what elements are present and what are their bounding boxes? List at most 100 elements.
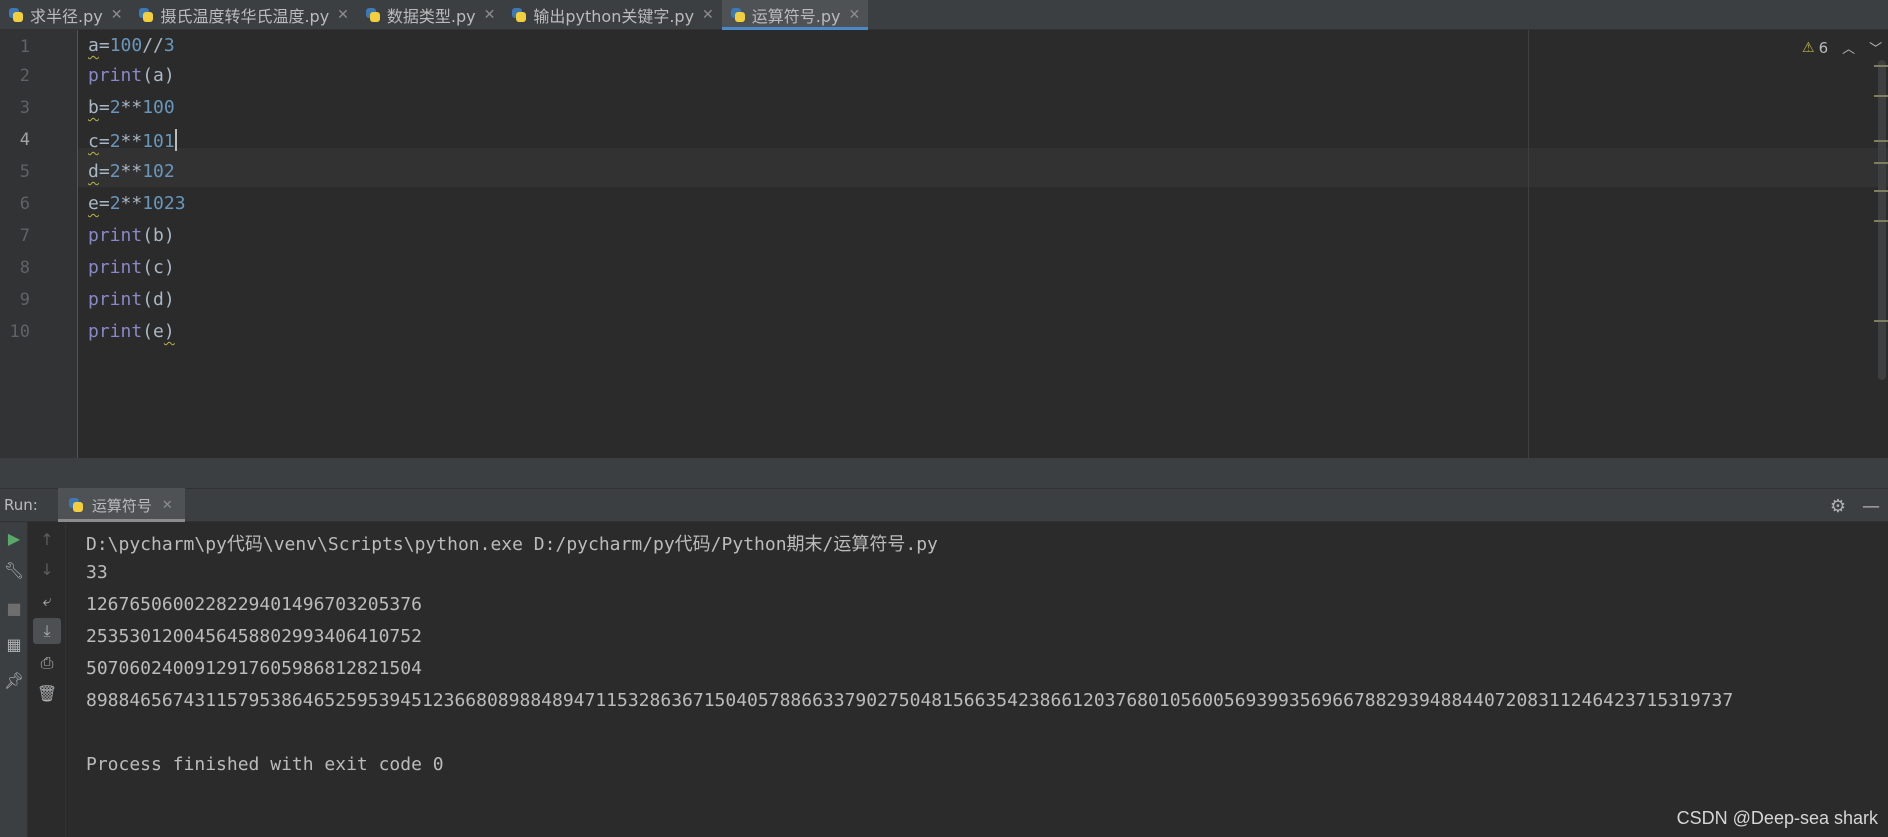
- down-arrow-icon[interactable]: ↓: [33, 556, 61, 582]
- line-number: 6: [19, 194, 30, 214]
- code-token: =: [98, 193, 110, 214]
- line-number: 9: [19, 290, 30, 310]
- warning-icon: ⚠: [1802, 39, 1815, 56]
- error-stripe[interactable]: [1874, 50, 1888, 380]
- pin-icon[interactable]: 📌︎: [0, 668, 28, 692]
- tab-file-2[interactable]: 摄氏温度转华氏温度.py ✕: [130, 0, 356, 30]
- code-token: ): [163, 321, 175, 342]
- tab-label: 数据类型.py: [386, 7, 476, 26]
- code-line[interactable]: e=2**1023: [88, 193, 186, 214]
- line-number: 8: [19, 258, 30, 278]
- code-token: e: [88, 193, 99, 214]
- code-line[interactable]: print(e): [88, 321, 175, 342]
- scroll-to-end-icon[interactable]: ⤓: [33, 618, 61, 644]
- code-token: (: [142, 257, 154, 278]
- code-line[interactable]: print(c): [88, 257, 175, 278]
- console-line: Process finished with exit code 0: [86, 754, 444, 775]
- run-console[interactable]: D:\pycharm\py代码\venv\Scripts\python.exe …: [66, 522, 1888, 837]
- code-token: ): [163, 257, 175, 278]
- code-line[interactable]: d=2**102: [88, 161, 175, 182]
- code-line[interactable]: a=100//3: [88, 35, 175, 56]
- console-line: 1267650600228229401496703205376: [86, 594, 422, 615]
- code-token: a: [153, 65, 164, 86]
- python-file-icon: [730, 7, 746, 23]
- python-file-icon: [8, 7, 24, 23]
- line-number: 7: [19, 226, 30, 246]
- python-file-icon: [511, 7, 527, 23]
- tab-file-5-active[interactable]: 运算符号.py ✕: [721, 0, 869, 30]
- code-token: **: [120, 193, 143, 214]
- code-token: 2: [109, 131, 121, 152]
- code-token: =: [98, 35, 110, 56]
- rerun-icon[interactable]: ▶: [0, 526, 28, 550]
- code-token: a: [88, 35, 99, 56]
- tab-label: 运算符号.py: [751, 7, 841, 26]
- current-line-highlight: [78, 148, 1888, 187]
- code-token: **: [120, 131, 143, 152]
- code-token: print: [88, 257, 143, 278]
- code-token: print: [88, 289, 143, 310]
- inspection-widget[interactable]: ⚠ 6 ︿ ﹀: [1802, 38, 1882, 58]
- console-line: 2535301200456458802993406410752: [86, 626, 422, 647]
- text-caret: [174, 129, 177, 151]
- python-file-icon: [365, 7, 381, 23]
- console-line: 8988465674311579538646525953945123668089…: [86, 690, 1734, 711]
- run-label: Run:: [4, 496, 38, 514]
- tab-file-1[interactable]: 求半径.py ✕: [0, 0, 130, 30]
- close-icon[interactable]: ✕: [849, 7, 861, 23]
- code-token: //: [142, 35, 164, 56]
- minimize-icon[interactable]: —: [1862, 496, 1880, 517]
- code-token: 102: [142, 161, 175, 182]
- code-line[interactable]: b=2**100: [88, 97, 175, 118]
- line-number: 2: [19, 66, 30, 86]
- run-tool-window-header: Run: 运算符号 ✕ ⚙ —: [0, 488, 1888, 522]
- close-icon[interactable]: ✕: [111, 7, 123, 23]
- code-token: print: [88, 65, 143, 86]
- code-editor[interactable]: 1 2 3 4 5 6 7 8 9 10 a=100//3 print(a) b…: [0, 30, 1888, 458]
- python-file-icon: [138, 7, 154, 23]
- line-number-gutter[interactable]: 1 2 3 4 5 6 7 8 9 10: [0, 30, 78, 458]
- line-number: 1: [19, 37, 30, 57]
- tab-label: 摄氏温度转华氏温度.py: [160, 7, 330, 26]
- code-token: e: [153, 321, 164, 342]
- stop-icon[interactable]: ■: [0, 596, 28, 620]
- code-line-current[interactable]: c=2**101: [88, 129, 177, 152]
- code-token: 2: [109, 97, 121, 118]
- warning-count: 6: [1818, 38, 1829, 57]
- code-line[interactable]: print(a): [88, 65, 175, 86]
- close-icon[interactable]: ✕: [484, 7, 496, 23]
- code-token: **: [120, 97, 143, 118]
- code-token: print: [88, 321, 143, 342]
- code-token: d: [88, 161, 99, 182]
- watermark: CSDN @Deep-sea shark: [1676, 808, 1878, 828]
- code-token: c: [153, 257, 164, 278]
- editor-breadcrumb-strip: [0, 458, 1888, 488]
- close-icon[interactable]: ✕: [702, 7, 714, 23]
- run-side-toolbar: ▶ 🔧︎ ■ ▦ 📌︎: [0, 522, 28, 837]
- previous-highlight-icon[interactable]: ︿: [1842, 38, 1855, 57]
- code-token: =: [98, 131, 110, 152]
- code-token: (: [142, 65, 154, 86]
- print-icon[interactable]: ⎙: [33, 650, 61, 676]
- code-token: =: [98, 161, 110, 182]
- trash-icon[interactable]: 🗑︎: [33, 680, 61, 706]
- code-line[interactable]: print(d): [88, 289, 175, 310]
- layout-icon[interactable]: ▦: [0, 632, 28, 656]
- code-token: 1023: [142, 193, 186, 214]
- code-line[interactable]: print(b): [88, 225, 175, 246]
- up-arrow-icon[interactable]: ↑: [33, 526, 61, 552]
- code-token: 3: [163, 35, 175, 56]
- code-token: (: [142, 289, 154, 310]
- close-icon[interactable]: ✕: [337, 7, 349, 23]
- gear-icon[interactable]: ⚙: [1830, 496, 1846, 517]
- line-number: 4: [19, 130, 30, 150]
- run-window-actions: ⚙ —: [1830, 489, 1880, 523]
- tab-file-4[interactable]: 输出python关键字.py ✕: [503, 0, 721, 30]
- code-token: b: [88, 97, 99, 118]
- tab-file-3[interactable]: 数据类型.py ✕: [357, 0, 503, 30]
- soft-wrap-icon[interactable]: ⤶: [33, 588, 61, 614]
- close-icon[interactable]: ✕: [162, 498, 173, 513]
- run-config-tab[interactable]: 运算符号 ✕: [57, 488, 185, 522]
- wrench-icon[interactable]: 🔧︎: [0, 558, 28, 582]
- console-line: D:\pycharm\py代码\venv\Scripts\python.exe …: [86, 534, 938, 555]
